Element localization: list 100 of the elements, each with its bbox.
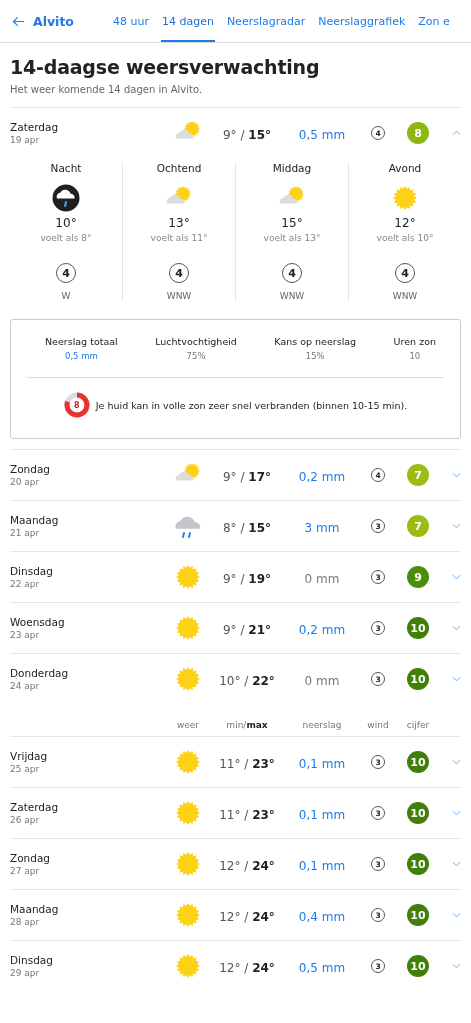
period-name: Middag (272, 162, 312, 174)
uv-advice: Je huid kan in volle zon zeer snel verbranden (binnen 10-15 min). (95, 399, 408, 411)
temperature-range: 9° / 15° (223, 127, 271, 142)
wind-direction: W (61, 291, 71, 301)
period-temperature: 13° (168, 216, 190, 230)
day-name: Vrijdag (10, 750, 49, 762)
stat-label: Kans op neerslag (274, 336, 357, 347)
day-date: 23 apr (10, 630, 41, 640)
stat-value: 75% (185, 351, 207, 361)
feels-like: voelt als 13° (263, 233, 321, 243)
score-badge: 10 (407, 751, 429, 773)
expand-chevron-icon[interactable] (452, 625, 461, 631)
temperature-range: 12° / 24° (219, 858, 275, 873)
day-date: 27 apr (10, 866, 41, 876)
temperature-range: 12° / 24° (219, 909, 275, 924)
precipitation: 0,1 mm (298, 858, 346, 873)
temperature-range: 10° / 22° (219, 673, 275, 688)
period-name: Nacht (50, 162, 82, 174)
day-date: 19 apr (10, 135, 41, 145)
stat-value: 15% (304, 351, 326, 361)
column-header: min/max (225, 720, 269, 730)
sun-icon (174, 850, 202, 878)
score-badge: 7 (407, 515, 429, 537)
column-header: cijfer (405, 720, 431, 730)
column-header: wind (366, 720, 390, 730)
sun-icon (174, 901, 202, 929)
back-link[interactable]: Alvito (12, 13, 74, 29)
collapse-chevron-icon[interactable] (452, 130, 461, 136)
feels-like: voelt als 8° (40, 233, 92, 243)
period-name: Avond (388, 162, 422, 174)
day-date: 21 apr (10, 528, 41, 538)
precipitation: 0,1 mm (298, 807, 346, 822)
day-date: 26 apr (10, 815, 41, 825)
temperature-range: 8° / 15° (223, 520, 271, 535)
precipitation: 0,2 mm (298, 469, 346, 484)
temperature-range: 12° / 24° (219, 960, 275, 975)
period-name: Ochtend (156, 162, 202, 174)
stat-label: Luchtvochtigheid (155, 336, 237, 347)
period-temperature: 10° (55, 216, 77, 230)
temperature-range: 11° / 23° (219, 807, 275, 822)
sun-icon (174, 665, 202, 693)
precipitation: 0,4 mm (298, 909, 346, 924)
precipitation: 0,2 mm (298, 622, 346, 637)
tab[interactable]: Zon e (417, 0, 451, 42)
tab[interactable]: Neerslagradar (225, 0, 307, 42)
expand-chevron-icon[interactable] (452, 912, 461, 918)
expand-chevron-icon[interactable] (452, 676, 461, 682)
score-badge: 8 (407, 122, 429, 144)
stat-label: Uren zon (393, 336, 436, 347)
day-name: Donderdag (10, 667, 70, 679)
sun-icon (391, 184, 419, 212)
expand-chevron-icon[interactable] (452, 472, 461, 478)
sun-icon (174, 748, 202, 776)
uv-index-gauge (63, 392, 90, 418)
expand-chevron-icon[interactable] (452, 574, 461, 580)
expand-chevron-icon[interactable] (452, 759, 461, 765)
score-badge: 10 (407, 617, 429, 639)
day-name: Dinsdag (10, 954, 54, 966)
tab[interactable]: 48 uur (111, 0, 150, 42)
day-name: Zaterdag (10, 801, 60, 813)
day-name: Maandag (10, 514, 60, 526)
day-name: Zondag (10, 463, 52, 475)
sun-icon (174, 563, 202, 591)
feels-like: voelt als 11° (150, 233, 208, 243)
back-arrow-icon (12, 15, 25, 27)
tab[interactable]: 14 dagen (160, 0, 215, 42)
stat-label: Neerslag totaal (45, 336, 118, 347)
wind-direction: WNW (392, 291, 418, 301)
period-temperature: 15° (281, 216, 303, 230)
score-badge: 10 (407, 955, 429, 977)
sun-icon (174, 614, 202, 642)
day-name: Zaterdag (10, 121, 60, 133)
day-date: 24 apr (10, 681, 41, 691)
stat-value: 10 (408, 351, 422, 361)
expand-chevron-icon[interactable] (452, 523, 461, 529)
column-header: weer (175, 720, 201, 730)
expand-chevron-icon[interactable] (452, 810, 461, 816)
expand-chevron-icon[interactable] (452, 963, 461, 969)
page-subtitle: Het weer komende 14 dagen in Alvito. (10, 84, 204, 95)
tab[interactable]: Neerslaggrafiek (317, 0, 407, 42)
uv-index: 8 (73, 399, 81, 411)
temperature-range: 9° / 19° (223, 571, 271, 586)
score-badge: 7 (407, 464, 429, 486)
column-header: neerslag (301, 720, 343, 730)
score-badge: 10 (407, 668, 429, 690)
precipitation: 0 mm (304, 673, 340, 688)
precipitation: 0 mm (304, 571, 340, 586)
precipitation: 0,5 mm (298, 960, 346, 975)
period-temperature: 12° (394, 216, 416, 230)
day-date: 29 apr (10, 968, 41, 978)
score-badge: 10 (407, 802, 429, 824)
day-date: 25 apr (10, 764, 41, 774)
temperature-range: 9° / 17° (223, 469, 271, 484)
score-badge: 10 (407, 853, 429, 875)
stat-value: 0,5 mm (63, 351, 99, 361)
feels-like: voelt als 10° (376, 233, 434, 243)
expand-chevron-icon[interactable] (452, 861, 461, 867)
day-name: Maandag (10, 903, 60, 915)
score-badge: 9 (407, 566, 429, 588)
day-date: 22 apr (10, 579, 41, 589)
